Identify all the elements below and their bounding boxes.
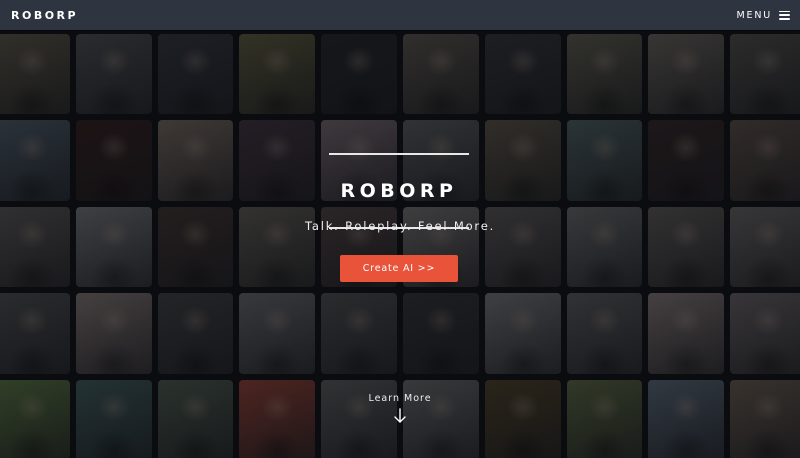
menu-button[interactable]: MENU: [737, 10, 790, 21]
hamburger-icon: [779, 10, 790, 20]
hero-title-frame: ROBORP: [329, 153, 469, 229]
hero-title: ROBORP: [340, 180, 458, 202]
learn-more-label: Learn More: [368, 393, 432, 404]
hero-section: ROBORP Talk. Roleplay. Feel More. Create…: [0, 30, 800, 458]
arrow-down-icon: [394, 408, 406, 423]
brand-logo-text[interactable]: ROBORP: [11, 9, 78, 22]
create-ai-button[interactable]: Create AI >>: [340, 255, 458, 282]
top-navbar: ROBORP MENU: [0, 0, 800, 30]
menu-label: MENU: [736, 9, 772, 21]
hero-tagline: Talk. Roleplay. Feel More.: [304, 219, 496, 233]
learn-more-link[interactable]: Learn More: [345, 393, 455, 424]
